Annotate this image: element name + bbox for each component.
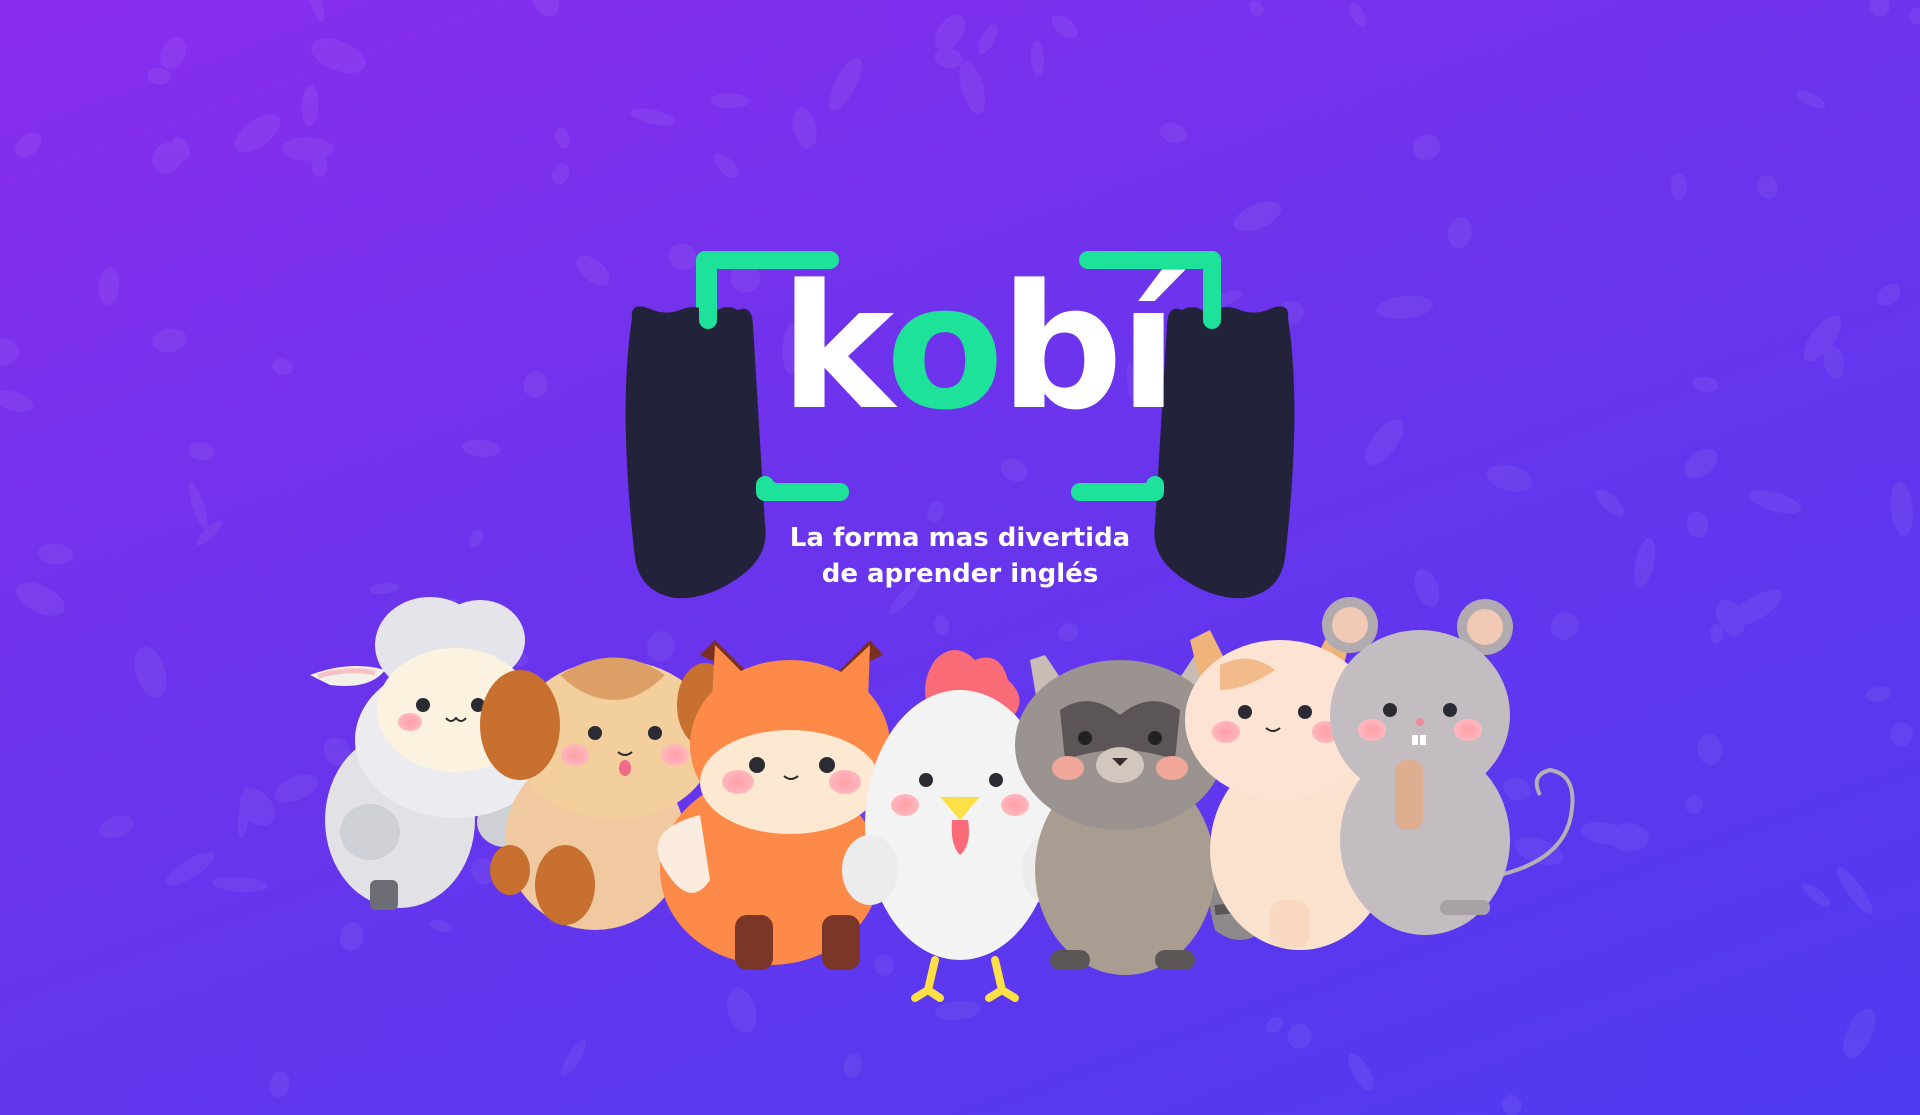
splash-screen: kobí La forma mas divertida de aprender … (0, 0, 1920, 1115)
mouse-icon (1322, 597, 1575, 935)
animal-characters-illustration (310, 597, 1575, 1002)
